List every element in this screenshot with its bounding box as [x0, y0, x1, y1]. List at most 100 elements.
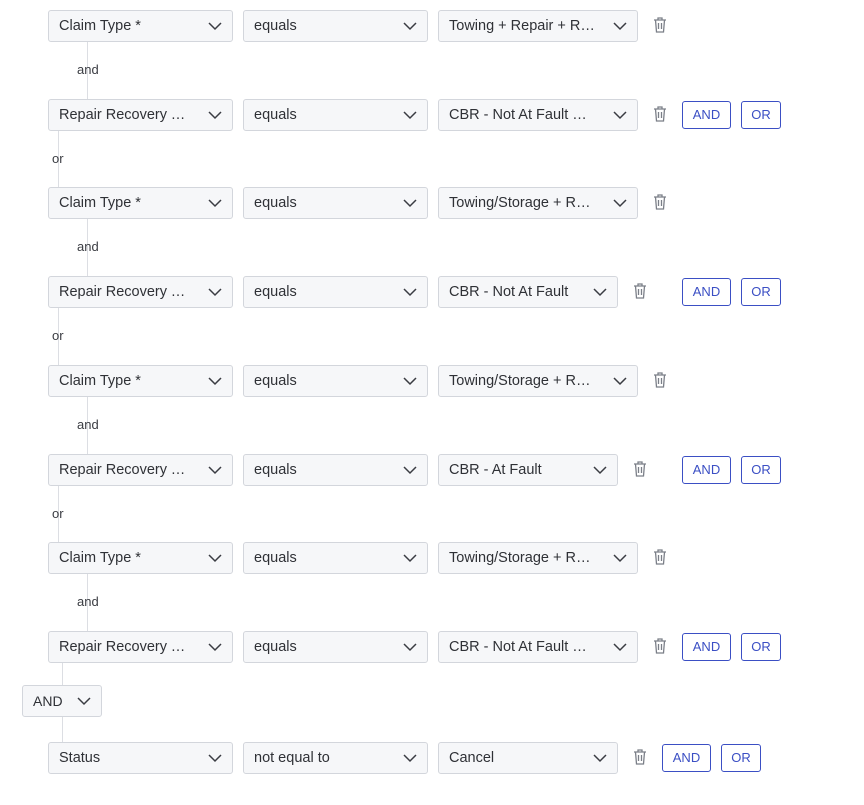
field-select-value: Repair Recovery Type: [59, 639, 192, 655]
value-select[interactable]: Cancel: [438, 742, 618, 774]
chevron-down-icon: [403, 199, 417, 208]
add-and-button[interactable]: AND: [682, 456, 731, 484]
operator-select[interactable]: equals: [243, 99, 428, 131]
trash-icon[interactable]: [652, 193, 668, 211]
chevron-down-icon: [208, 22, 222, 31]
value-select-value: CBR - Not At Fault Direct: [449, 107, 597, 123]
field-select[interactable]: Repair Recovery Type: [48, 631, 233, 663]
value-select-value: Towing/Storage + Repair: [449, 550, 597, 566]
field-select-value: Status: [59, 750, 101, 766]
chevron-down-icon: [77, 697, 91, 706]
value-select-value: Towing/Storage + Repair: [449, 195, 597, 211]
field-select[interactable]: Repair Recovery Type: [48, 276, 233, 308]
operator-select[interactable]: equals: [243, 454, 428, 486]
chevron-down-icon: [403, 643, 417, 652]
value-select[interactable]: CBR - Not At Fault: [438, 276, 618, 308]
add-or-button[interactable]: OR: [741, 101, 781, 129]
chevron-down-icon: [403, 377, 417, 386]
chevron-down-icon: [613, 199, 627, 208]
add-or-button[interactable]: OR: [741, 456, 781, 484]
tree-line: [62, 716, 63, 742]
trash-icon[interactable]: [632, 748, 648, 766]
chevron-down-icon: [593, 754, 607, 763]
field-select[interactable]: Claim Type *: [48, 542, 233, 574]
chevron-down-icon: [593, 466, 607, 475]
operator-select[interactable]: equals: [243, 542, 428, 574]
chevron-down-icon: [208, 754, 222, 763]
trash-icon[interactable]: [652, 105, 668, 123]
chevron-down-icon: [403, 554, 417, 563]
trash-icon[interactable]: [632, 460, 648, 478]
chevron-down-icon: [208, 643, 222, 652]
value-select[interactable]: Towing/Storage + Repair: [438, 187, 638, 219]
group-join-value: AND: [33, 693, 63, 709]
operator-select-value: equals: [254, 462, 297, 478]
trash-icon[interactable]: [652, 637, 668, 655]
add-and-button[interactable]: AND: [682, 633, 731, 661]
value-select[interactable]: Towing + Repair + Rental: [438, 10, 638, 42]
operator-select[interactable]: equals: [243, 365, 428, 397]
add-or-button[interactable]: OR: [721, 744, 761, 772]
add-and-button[interactable]: AND: [682, 101, 731, 129]
field-select-value: Claim Type *: [59, 550, 141, 566]
field-select[interactable]: Claim Type *: [48, 187, 233, 219]
add-and-button[interactable]: AND: [682, 278, 731, 306]
trash-icon[interactable]: [652, 548, 668, 566]
operator-select[interactable]: equals: [243, 276, 428, 308]
trash-icon[interactable]: [652, 371, 668, 389]
field-select-value: Repair Recovery Type: [59, 107, 192, 123]
operator-select[interactable]: equals: [243, 631, 428, 663]
field-select[interactable]: Claim Type *: [48, 365, 233, 397]
value-select-value: CBR - Not At Fault Direct: [449, 639, 597, 655]
operator-select-value: equals: [254, 639, 297, 655]
chevron-down-icon: [403, 22, 417, 31]
chevron-down-icon: [208, 466, 222, 475]
value-select[interactable]: Towing/Storage + Repair: [438, 542, 638, 574]
value-select[interactable]: Towing/Storage + Repair: [438, 365, 638, 397]
field-select-value: Repair Recovery Type: [59, 284, 192, 300]
field-select-value: Claim Type *: [59, 18, 141, 34]
field-select[interactable]: Status: [48, 742, 233, 774]
chevron-down-icon: [613, 111, 627, 120]
add-and-button[interactable]: AND: [662, 744, 711, 772]
chevron-down-icon: [403, 111, 417, 120]
field-select-value: Repair Recovery Type: [59, 462, 192, 478]
operator-select-value: equals: [254, 195, 297, 211]
connector-or: or: [52, 506, 64, 521]
operator-select-value: equals: [254, 550, 297, 566]
value-select-value: CBR - Not At Fault: [449, 284, 569, 300]
value-select[interactable]: CBR - At Fault: [438, 454, 618, 486]
value-select-value: Cancel: [449, 750, 495, 766]
trash-icon[interactable]: [632, 282, 648, 300]
group-join-select[interactable]: AND: [22, 685, 102, 717]
operator-select[interactable]: not equal to: [243, 742, 428, 774]
chevron-down-icon: [208, 111, 222, 120]
chevron-down-icon: [403, 466, 417, 475]
value-select[interactable]: CBR - Not At Fault Direct: [438, 99, 638, 131]
value-select[interactable]: CBR - Not At Fault Direct: [438, 631, 638, 663]
trash-icon[interactable]: [652, 16, 668, 34]
field-select-value: Claim Type *: [59, 195, 141, 211]
chevron-down-icon: [613, 554, 627, 563]
connector-and: and: [77, 239, 99, 254]
operator-select-value: equals: [254, 284, 297, 300]
connector-and: and: [77, 62, 99, 77]
field-select[interactable]: Claim Type *: [48, 10, 233, 42]
chevron-down-icon: [208, 377, 222, 386]
chevron-down-icon: [208, 199, 222, 208]
add-or-button[interactable]: OR: [741, 278, 781, 306]
chevron-down-icon: [613, 643, 627, 652]
chevron-down-icon: [208, 288, 222, 297]
operator-select-value: not equal to: [254, 750, 330, 766]
tree-line: [62, 663, 63, 685]
value-select-value: Towing + Repair + Rental: [449, 18, 597, 34]
field-select[interactable]: Repair Recovery Type: [48, 454, 233, 486]
field-select-value: Claim Type *: [59, 373, 141, 389]
connector-or: or: [52, 328, 64, 343]
connector-and: and: [77, 417, 99, 432]
operator-select[interactable]: equals: [243, 187, 428, 219]
value-select-value: Towing/Storage + Repair: [449, 373, 597, 389]
operator-select[interactable]: equals: [243, 10, 428, 42]
field-select[interactable]: Repair Recovery Type: [48, 99, 233, 131]
add-or-button[interactable]: OR: [741, 633, 781, 661]
